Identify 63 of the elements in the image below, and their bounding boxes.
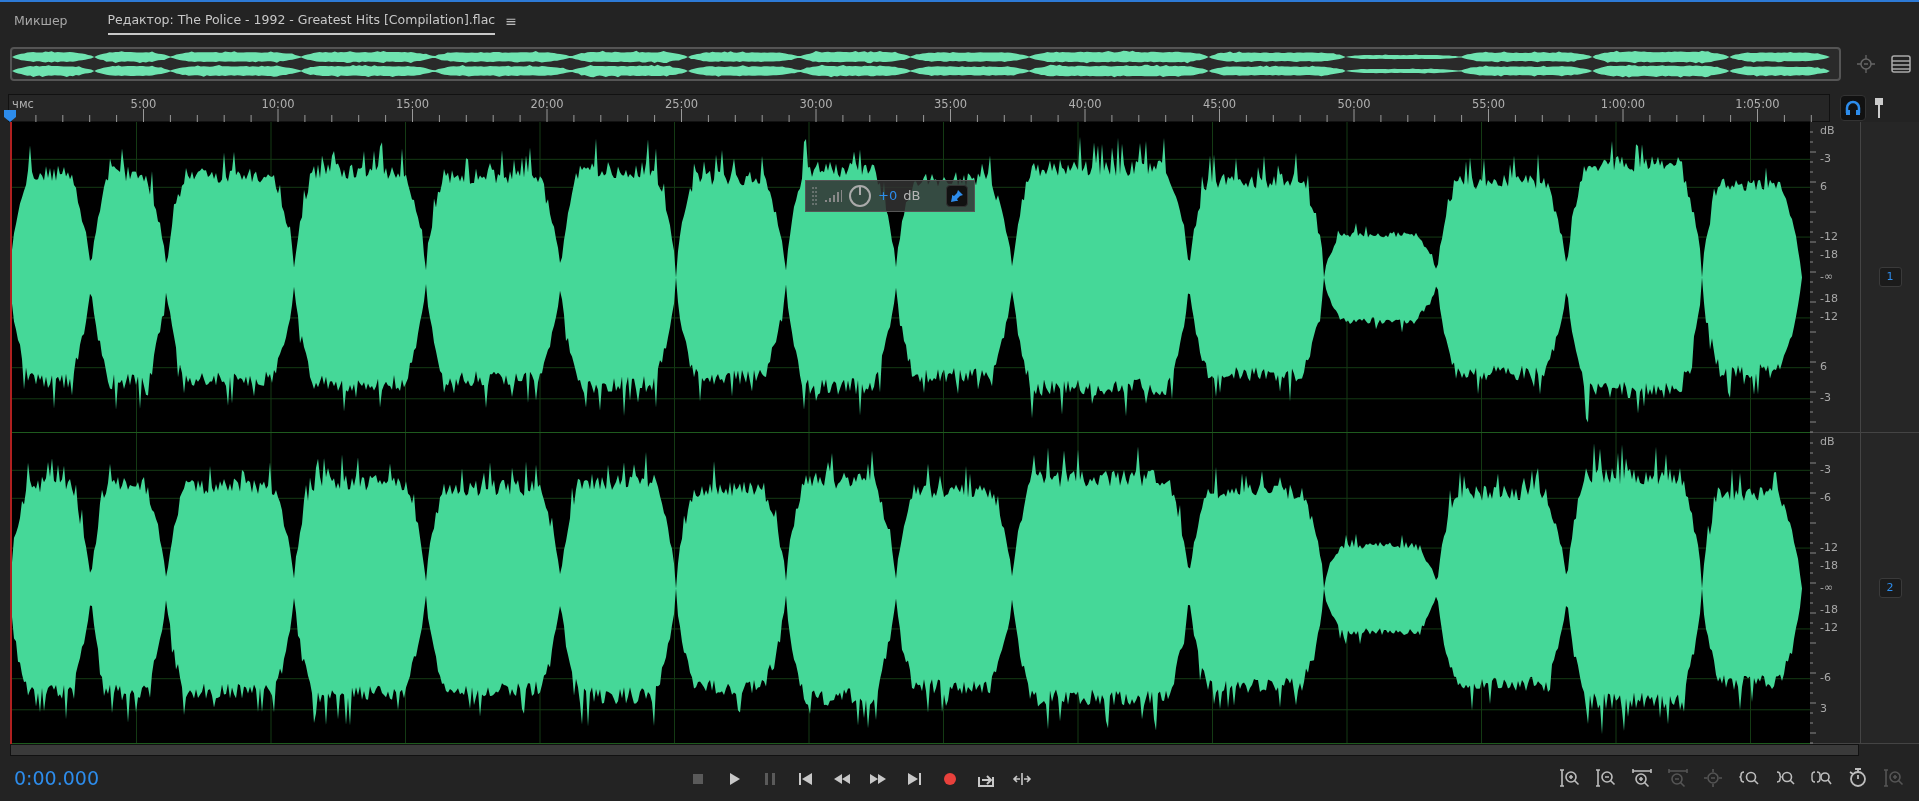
time-label: 15:00: [395, 96, 430, 113]
time-label: 55:00: [1471, 96, 1506, 113]
scale-label: 6: [1820, 178, 1827, 195]
zoom-icon[interactable]: [1855, 53, 1877, 75]
horizontal-scrollbar[interactable]: [10, 744, 1859, 756]
time-label: 5:00: [130, 96, 157, 113]
scale-label: dB: [1820, 123, 1835, 140]
zoom-icon: [1559, 767, 1581, 790]
volume-unit: dB: [903, 187, 921, 206]
playhead-icon[interactable]: [4, 110, 16, 122]
zoom-icon: [1703, 767, 1725, 790]
tab-menu-button[interactable]: ≡: [505, 10, 517, 32]
time-label: 25:00: [664, 96, 699, 113]
zoom-icon: [1883, 767, 1905, 790]
scale-label: -∞: [1820, 268, 1834, 285]
channel-number[interactable]: 2: [1878, 577, 1902, 599]
time-label: 10:00: [261, 96, 295, 113]
scale-label: -12: [1820, 620, 1838, 637]
time-label: 1:05:00: [1735, 96, 1780, 113]
time-label: 1:00:00: [1600, 96, 1646, 113]
time-label: 40:00: [1068, 96, 1102, 113]
scale-label: -12: [1820, 228, 1838, 245]
zoom-icon: [1847, 767, 1869, 790]
overview-waveform[interactable]: [10, 47, 1841, 81]
scale-label: -3: [1820, 461, 1831, 478]
scale-label: -6: [1820, 489, 1831, 506]
time-display: 0:00.000: [14, 766, 100, 792]
time-label: 20:00: [530, 96, 564, 113]
marker-pin-icon[interactable]: [1874, 97, 1884, 119]
time-label: 35:00: [933, 96, 968, 113]
scale-label: -18: [1820, 558, 1838, 575]
volume-knob-icon[interactable]: [848, 184, 872, 208]
scale-label: 6: [1820, 358, 1827, 375]
scale-label: -18: [1820, 601, 1838, 618]
scale-label: -∞: [1820, 579, 1834, 596]
pin-icon: [950, 189, 965, 203]
scale-label: -12: [1820, 539, 1838, 556]
level-bars-icon: [824, 189, 842, 203]
zoom-icon: [1631, 767, 1653, 790]
scale-label: -18: [1820, 247, 1838, 264]
scale-label: -12: [1820, 309, 1838, 326]
time-unit-label: чмс: [12, 96, 34, 113]
zoom-icon: [1667, 767, 1689, 790]
volume-value[interactable]: +0: [878, 186, 898, 206]
scale-label: -3: [1820, 389, 1831, 406]
zoom-icon: [1595, 767, 1617, 790]
time-label: 45:00: [1202, 96, 1237, 113]
volume-hud[interactable]: +0 dB: [805, 180, 976, 212]
scale-label: -18: [1820, 290, 1838, 307]
channel-number[interactable]: 1: [1878, 266, 1902, 288]
headphones-button[interactable]: [1840, 95, 1866, 121]
pin-button[interactable]: [946, 185, 969, 207]
time-label: 30:00: [799, 96, 833, 113]
time-label: 50:00: [1337, 96, 1371, 113]
scale-label: -3: [1820, 150, 1831, 167]
tab[interactable]: Микшер: [14, 7, 68, 35]
scale-label: -6: [1820, 669, 1831, 686]
headphones-icon: [1845, 100, 1861, 116]
scale-label: dB: [1820, 434, 1835, 451]
tab[interactable]: Редактор: The Police - 1992 - Greatest Hits [Compilation].flac: [107, 6, 496, 36]
list-icon[interactable]: [1891, 55, 1911, 73]
scale-label: 3: [1820, 700, 1827, 717]
grip-icon[interactable]: [812, 185, 818, 207]
